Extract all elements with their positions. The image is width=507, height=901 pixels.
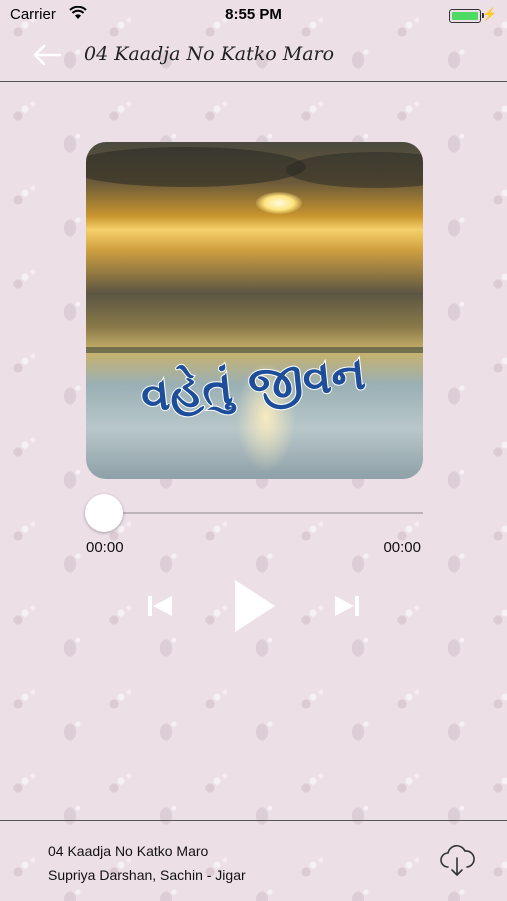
page-title: 04 Kaadja No Katko Maro	[84, 43, 335, 65]
progress-track[interactable]	[104, 512, 423, 514]
play-icon	[235, 580, 275, 632]
now-playing-title: 04 Kaadja No Katko Maro	[48, 843, 209, 859]
previous-track-button[interactable]	[140, 586, 180, 626]
now-playing-artist: Supriya Darshan, Sachin - Jigar	[48, 867, 246, 883]
album-artwork: વહેતું જીવન	[86, 142, 423, 479]
play-button[interactable]	[227, 576, 279, 636]
skip-next-icon	[335, 596, 359, 616]
navigation-bar: 04 Kaadja No Katko Maro	[0, 30, 507, 82]
progress-thumb[interactable]	[85, 494, 123, 532]
clock: 8:55 PM	[225, 6, 282, 23]
next-track-button[interactable]	[327, 586, 367, 626]
album-logo-text: વહેતું જીવન	[137, 344, 369, 424]
status-bar: Carrier 8:55 PM ⚡	[0, 0, 507, 30]
battery-icon	[449, 9, 484, 23]
cloud-download-icon[interactable]	[437, 841, 477, 881]
svg-text:વહેતું જીવન: વહેતું જીવન	[138, 345, 368, 423]
total-time: 00:00	[383, 539, 421, 556]
elapsed-time: 00:00	[86, 539, 124, 556]
charging-icon: ⚡	[482, 7, 497, 21]
back-arrow-icon[interactable]	[30, 38, 64, 72]
skip-previous-icon	[148, 596, 172, 616]
now-playing-bar: 04 Kaadja No Katko Maro Supriya Darshan,…	[0, 820, 507, 901]
